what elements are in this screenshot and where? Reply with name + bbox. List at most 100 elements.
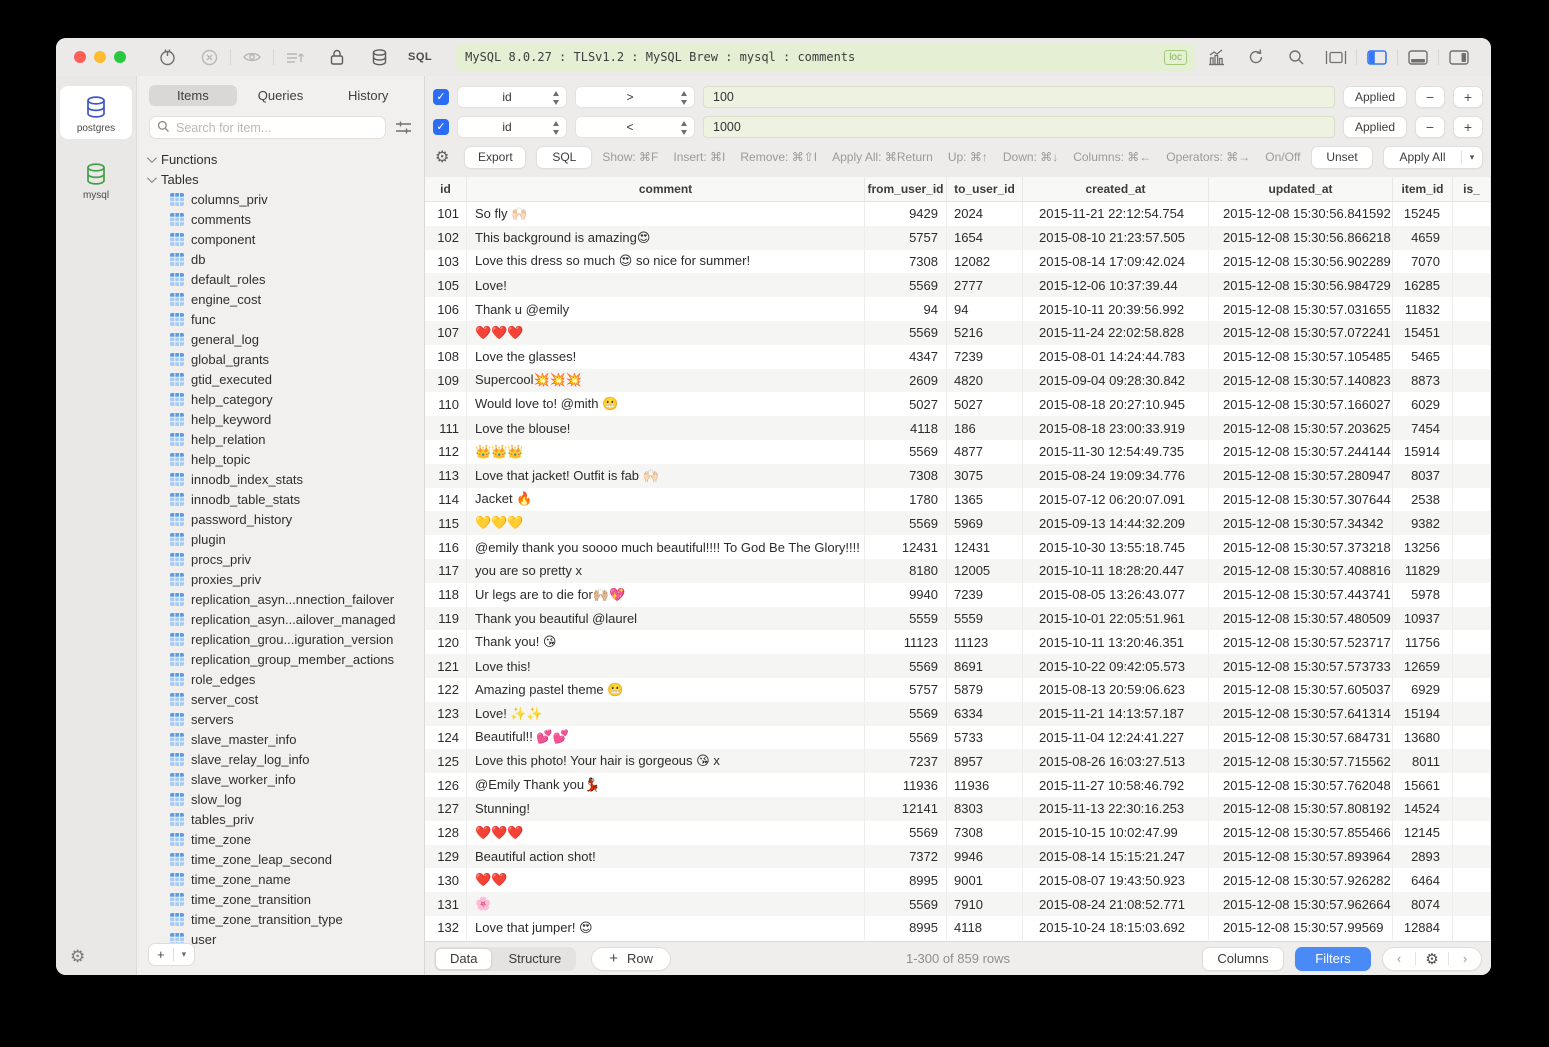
sidebar-item-table-time_zone_transition[interactable]: time_zone_transition [147, 889, 424, 909]
add-item-menu-button[interactable]: ▾ [174, 944, 195, 965]
filter-operator-select[interactable]: < [575, 116, 695, 138]
cell-item_id[interactable]: 10937 [1393, 607, 1453, 631]
cell-is_[interactable] [1453, 654, 1491, 678]
cell-item_id[interactable]: 8873 [1393, 369, 1453, 393]
cell-item_id[interactable]: 8011 [1393, 749, 1453, 773]
bottom-panel-toggle-icon[interactable] [1398, 50, 1438, 65]
filter-settings-gear-icon[interactable]: ⚙ [435, 147, 449, 167]
column-header-id[interactable]: id [425, 177, 467, 201]
cell-item_id[interactable]: 15194 [1393, 702, 1453, 726]
cell-comment[interactable]: Thank you beautiful @laurel [467, 607, 865, 631]
cell-comment[interactable]: 👑👑👑 [467, 440, 865, 464]
cell-to_user_id[interactable]: 5733 [947, 726, 1023, 750]
sidebar-item-table-help_keyword[interactable]: help_keyword [147, 409, 424, 429]
cell-item_id[interactable]: 15451 [1393, 321, 1453, 345]
cell-comment[interactable]: Amazing pastel theme 😬 [467, 678, 865, 702]
cell-comment[interactable]: This background is amazing😍 [467, 226, 865, 250]
cell-created_at[interactable]: 2015-08-24 21:08:52.771 [1023, 892, 1209, 916]
cell-comment[interactable]: Love the blouse! [467, 416, 865, 440]
cell-from_user_id[interactable]: 12431 [865, 535, 947, 559]
cell-to_user_id[interactable]: 2024 [947, 202, 1023, 226]
cell-created_at[interactable]: 2015-12-06 10:37:39.44 [1023, 273, 1209, 297]
cell-id[interactable]: 116 [425, 535, 467, 559]
cell-is_[interactable] [1453, 273, 1491, 297]
table-row[interactable]: 103Love this dress so much 😍 so nice for… [425, 250, 1491, 274]
cell-updated_at[interactable]: 2015-12-08 15:30:57.166027 [1209, 392, 1393, 416]
cell-id[interactable]: 129 [425, 845, 467, 869]
cell-created_at[interactable]: 2015-08-18 23:00:33.919 [1023, 416, 1209, 440]
cell-to_user_id[interactable]: 8691 [947, 654, 1023, 678]
table-row[interactable]: 129Beautiful action shot!737299462015-08… [425, 845, 1491, 869]
table-row[interactable]: 120Thank you! 😘11123111232015-10-11 13:2… [425, 630, 1491, 654]
cell-is_[interactable] [1453, 345, 1491, 369]
cell-created_at[interactable]: 2015-11-21 22:12:54.754 [1023, 202, 1209, 226]
sidebar-item-table-default_roles[interactable]: default_roles [147, 269, 424, 289]
cell-comment[interactable]: Love that jacket! Outfit is fab 🙌🏻 [467, 464, 865, 488]
sidebar-item-table-help_topic[interactable]: help_topic [147, 449, 424, 469]
cell-to_user_id[interactable]: 12431 [947, 535, 1023, 559]
prev-page-icon[interactable]: ‹ [1383, 951, 1415, 966]
column-header-item_id[interactable]: item_id [1393, 177, 1453, 201]
cell-created_at[interactable]: 2015-08-07 19:43:50.923 [1023, 868, 1209, 892]
table-row[interactable]: 117you are so pretty x8180120052015-10-1… [425, 559, 1491, 583]
cell-updated_at[interactable]: 2015-12-08 15:30:57.203625 [1209, 416, 1393, 440]
cell-id[interactable]: 125 [425, 749, 467, 773]
cell-item_id[interactable]: 2538 [1393, 488, 1453, 512]
cell-id[interactable]: 111 [425, 416, 467, 440]
cell-id[interactable]: 108 [425, 345, 467, 369]
cell-is_[interactable] [1453, 250, 1491, 274]
cell-created_at[interactable]: 2015-11-04 12:24:41.227 [1023, 726, 1209, 750]
cell-created_at[interactable]: 2015-08-18 20:27:10.945 [1023, 392, 1209, 416]
sidebar-item-table-time_zone_name[interactable]: time_zone_name [147, 869, 424, 889]
cell-is_[interactable] [1453, 535, 1491, 559]
cell-id[interactable]: 127 [425, 797, 467, 821]
cell-is_[interactable] [1453, 726, 1491, 750]
cell-from_user_id[interactable]: 11123 [865, 630, 947, 654]
cell-is_[interactable] [1453, 202, 1491, 226]
cell-updated_at[interactable]: 2015-12-08 15:30:57.684731 [1209, 726, 1393, 750]
cell-to_user_id[interactable]: 7308 [947, 821, 1023, 845]
cell-created_at[interactable]: 2015-10-22 09:42:05.573 [1023, 654, 1209, 678]
cell-from_user_id[interactable]: 5027 [865, 392, 947, 416]
cell-from_user_id[interactable]: 9940 [865, 583, 947, 607]
cell-id[interactable]: 105 [425, 273, 467, 297]
table-row[interactable]: 114Jacket 🔥178013652015-07-12 06:20:07.0… [425, 488, 1491, 512]
cell-from_user_id[interactable]: 5569 [865, 511, 947, 535]
cell-id[interactable]: 117 [425, 559, 467, 583]
cell-comment[interactable]: you are so pretty x [467, 559, 865, 583]
filter-value-input[interactable] [703, 116, 1335, 138]
cell-comment[interactable]: Thank you! 😘 [467, 630, 865, 654]
table-row[interactable]: 106Thank u @emily94942015-10-11 20:39:56… [425, 297, 1491, 321]
cell-item_id[interactable]: 11829 [1393, 559, 1453, 583]
cell-id[interactable]: 120 [425, 630, 467, 654]
cell-to_user_id[interactable]: 9001 [947, 868, 1023, 892]
cell-to_user_id[interactable]: 8957 [947, 749, 1023, 773]
cell-item_id[interactable]: 11756 [1393, 630, 1453, 654]
cell-from_user_id[interactable]: 7308 [865, 464, 947, 488]
cell-is_[interactable] [1453, 440, 1491, 464]
cell-created_at[interactable]: 2015-11-13 22:30:16.253 [1023, 797, 1209, 821]
cell-is_[interactable] [1453, 488, 1491, 512]
cell-is_[interactable] [1453, 845, 1491, 869]
table-row[interactable]: 113Love that jacket! Outfit is fab 🙌🏻730… [425, 464, 1491, 488]
cell-to_user_id[interactable]: 9946 [947, 845, 1023, 869]
sidebar-item-table-replication_group_member_actions[interactable]: replication_group_member_actions [147, 649, 424, 669]
cell-id[interactable]: 119 [425, 607, 467, 631]
sidebar-item-table-tables_priv[interactable]: tables_priv [147, 809, 424, 829]
cell-from_user_id[interactable]: 5569 [865, 892, 947, 916]
sidebar-item-table-servers[interactable]: servers [147, 709, 424, 729]
cell-to_user_id[interactable]: 5969 [947, 511, 1023, 535]
sidebar-item-table-slave_relay_log_info[interactable]: slave_relay_log_info [147, 749, 424, 769]
cell-is_[interactable] [1453, 892, 1491, 916]
cell-id[interactable]: 102 [425, 226, 467, 250]
cell-comment[interactable]: Supercool💥💥💥 [467, 369, 865, 393]
cell-from_user_id[interactable]: 4118 [865, 416, 947, 440]
cell-item_id[interactable]: 15914 [1393, 440, 1453, 464]
cell-created_at[interactable]: 2015-11-21 14:13:57.187 [1023, 702, 1209, 726]
filter-applied-button[interactable]: Applied [1343, 86, 1407, 108]
cell-id[interactable]: 115 [425, 511, 467, 535]
cell-updated_at[interactable]: 2015-12-08 15:30:57.280947 [1209, 464, 1393, 488]
cell-created_at[interactable]: 2015-11-24 22:02:58.828 [1023, 321, 1209, 345]
database-icon[interactable] [358, 48, 400, 67]
cell-is_[interactable] [1453, 226, 1491, 250]
